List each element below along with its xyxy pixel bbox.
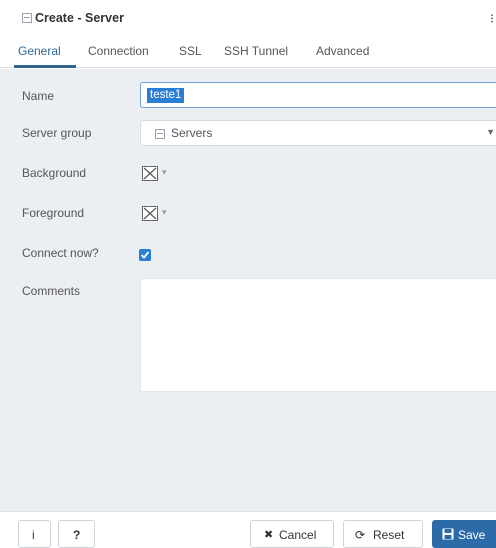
close-icon: ✖: [264, 529, 274, 541]
connect-now-checkbox[interactable]: [139, 249, 151, 261]
server-icon: [22, 13, 32, 23]
dialog-titlebar: Create - Server ⁝: [0, 0, 496, 38]
server-group-label: Server group: [22, 126, 92, 140]
cancel-button[interactable]: ✖ Cancel: [250, 520, 334, 548]
foreground-color-picker[interactable]: ▾: [140, 202, 188, 226]
name-input-value: teste1: [147, 88, 185, 103]
reset-label: Reset: [373, 528, 405, 542]
dialog-footer: i ? ✖ Cancel ⟳ Reset Save: [0, 511, 496, 548]
tab-bar: General Connection SSL SSH Tunnel Advanc…: [0, 38, 496, 68]
background-label: Background: [22, 166, 87, 180]
reset-icon: ⟳: [355, 528, 366, 542]
help-icon: ?: [73, 528, 81, 542]
reset-button[interactable]: ⟳ Reset: [343, 520, 423, 548]
save-icon: [442, 528, 454, 543]
dialog-title: Create - Server: [35, 11, 124, 25]
chevron-down-icon: ▾: [162, 207, 167, 217]
server-group-select[interactable]: Servers ▼: [140, 120, 496, 146]
info-icon: i: [32, 528, 35, 542]
chevron-down-icon: ▼: [486, 127, 495, 137]
tab-connection[interactable]: Connection: [88, 44, 149, 58]
active-tab-indicator: [14, 65, 76, 68]
tab-general[interactable]: General: [18, 44, 61, 58]
name-label: Name: [22, 89, 55, 103]
server-group-value: Servers: [171, 126, 213, 140]
background-color-picker[interactable]: ▾: [140, 162, 188, 186]
form-panel: Name teste1 Server group Servers ▼ Backg…: [0, 69, 496, 511]
chevron-down-icon: ▾: [162, 167, 167, 177]
cancel-label: Cancel: [279, 528, 317, 542]
save-button[interactable]: Save: [432, 520, 496, 548]
info-button[interactable]: i: [18, 520, 51, 548]
tab-ssl[interactable]: SSL: [179, 44, 202, 58]
help-button[interactable]: ?: [58, 520, 95, 548]
server-group-icon: [155, 129, 165, 139]
comments-label: Comments: [22, 284, 81, 298]
no-color-swatch-icon: [142, 166, 158, 181]
foreground-label: Foreground: [22, 206, 85, 220]
more-menu-icon[interactable]: ⁝: [490, 11, 494, 27]
tab-advanced[interactable]: Advanced: [316, 44, 369, 58]
comments-textarea[interactable]: [140, 278, 496, 392]
no-color-swatch-icon: [142, 206, 158, 221]
connect-now-label: Connect now?: [22, 246, 99, 260]
tab-ssh-tunnel[interactable]: SSH Tunnel: [224, 44, 288, 58]
name-input[interactable]: teste1: [140, 82, 496, 108]
save-label: Save: [458, 528, 486, 542]
